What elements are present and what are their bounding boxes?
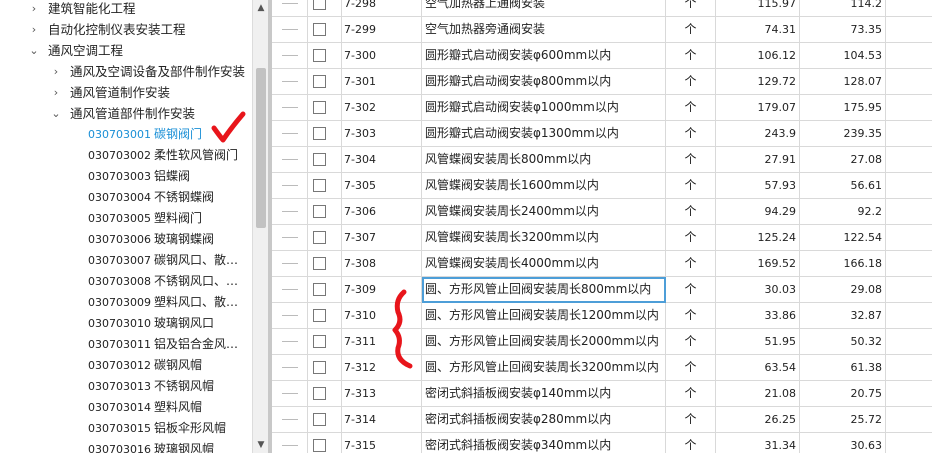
red-checkmark bbox=[211, 111, 246, 143]
hand-annotations bbox=[211, 111, 413, 369]
red-bracket bbox=[392, 289, 413, 369]
